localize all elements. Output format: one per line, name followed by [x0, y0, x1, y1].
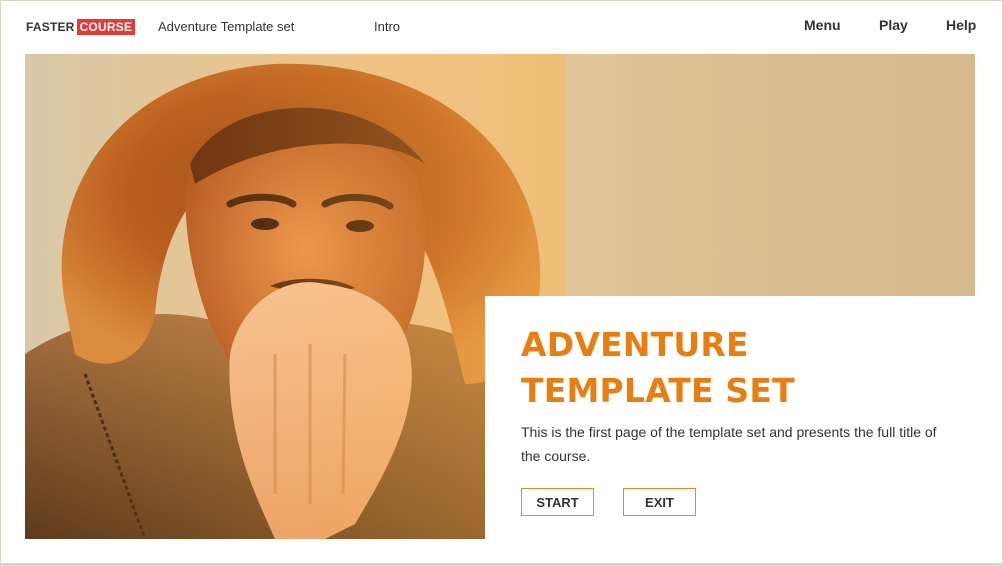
- hero-photo-man-in-fur-hood: [25, 54, 565, 539]
- course-description: This is the first page of the template s…: [521, 424, 937, 464]
- start-button[interactable]: START: [521, 488, 594, 516]
- hero-banner: ADVENTURE TEMPLATE SET This is the first…: [25, 54, 975, 539]
- menu-button[interactable]: Menu: [804, 17, 841, 33]
- logo-text-course: COURSE: [76, 18, 136, 35]
- faster-course-logo: FASTER COURSE: [26, 18, 136, 35]
- help-button[interactable]: Help: [946, 17, 976, 33]
- play-button[interactable]: Play: [879, 17, 908, 33]
- header-bar: FASTER COURSE Adventure Template set Int…: [0, 0, 1003, 54]
- course-title: Adventure Template set: [158, 19, 295, 34]
- logo-text-faster: FASTER: [26, 19, 75, 34]
- title-card: ADVENTURE TEMPLATE SET This is the first…: [485, 296, 975, 539]
- section-title: Intro: [374, 19, 401, 34]
- title-line-1: ADVENTURE: [521, 325, 749, 364]
- exit-button[interactable]: EXIT: [623, 488, 696, 516]
- course-main-title: ADVENTURE TEMPLATE SET: [521, 322, 961, 414]
- title-line-2: TEMPLATE SET: [521, 371, 795, 410]
